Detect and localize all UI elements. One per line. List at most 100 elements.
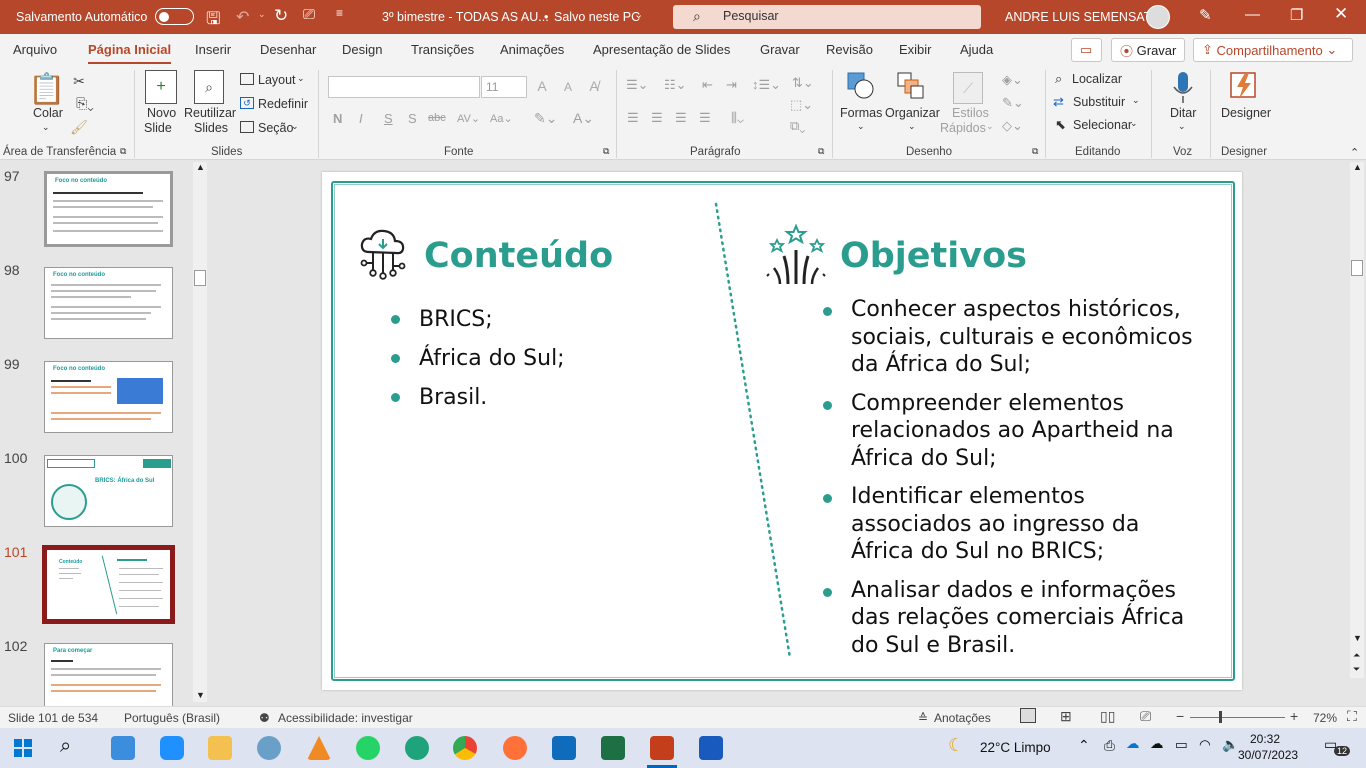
section-icon[interactable] (240, 121, 254, 133)
tab-pagina-inicial[interactable]: Página Inicial (88, 42, 172, 64)
new-slide-icon[interactable]: + (145, 70, 177, 104)
objectives-heading[interactable]: Objetivos (840, 236, 1027, 276)
quick-styles-icon[interactable]: ⟋ (953, 72, 983, 104)
thumbnail-scrollbar[interactable]: ▲ ▼ (193, 162, 207, 702)
section-button[interactable]: Seção (258, 121, 293, 135)
tab-ajuda[interactable]: Ajuda (960, 42, 993, 57)
weather-moon-icon[interactable]: ☾ (948, 735, 964, 756)
objectives-list[interactable]: Conhecer aspectos históricos, sociais, cu… (823, 296, 1221, 670)
layout-chevron-icon[interactable]: ⌄ (297, 73, 305, 84)
teams-meet-icon[interactable] (160, 736, 184, 760)
notes-icon[interactable]: ≙ (918, 711, 928, 725)
slide-thumbnail-102[interactable]: Para começar (44, 643, 173, 706)
smartart-icon[interactable]: ⧉⌄ (790, 118, 805, 134)
replace-button[interactable]: Substituir (1073, 95, 1125, 109)
designer-icon[interactable] (1228, 70, 1260, 102)
normal-view-icon[interactable] (1020, 708, 1036, 723)
tab-arquivo[interactable]: Arquivo (13, 42, 57, 57)
drawing-launcher-icon[interactable]: ⧉ (1032, 146, 1038, 157)
user-name[interactable]: ANDRE LUIS SEMENSATO (1005, 10, 1161, 24)
slide-canvas[interactable]: Conteúdo BRICS; África do Sul; Brasil. O… (322, 172, 1242, 690)
scroll-thumb[interactable] (194, 270, 206, 286)
char-spacing-icon[interactable]: AV⌄ (457, 112, 480, 125)
strikethrough-icon[interactable]: abc (428, 112, 446, 124)
highlight-icon[interactable]: ✎⌄ (534, 110, 557, 127)
file-explorer-icon[interactable] (208, 736, 232, 760)
save-status[interactable]: Salvo neste PC (554, 10, 640, 24)
reuse-slides-icon[interactable]: ⌕ (194, 70, 224, 104)
redo-icon[interactable]: ↻ (274, 6, 288, 26)
change-case-icon[interactable]: Aa⌄ (490, 112, 513, 125)
arrange-chevron-icon[interactable]: ⌄ (908, 121, 916, 132)
reset-icon[interactable]: ↺ (240, 97, 254, 109)
tab-apresentacao[interactable]: Apresentação de Slides (593, 42, 730, 57)
excel-icon[interactable] (601, 736, 625, 760)
columns-icon[interactable]: ⫼⌄ (731, 110, 744, 126)
find-icon[interactable]: ⌕ (1055, 71, 1062, 87)
quick-styles-label-2[interactable]: Rápidos (940, 121, 986, 135)
chrome-icon[interactable] (453, 736, 477, 760)
clear-format-icon[interactable]: A̸ (584, 77, 604, 95)
record-button[interactable]: ⦿ Gravar (1111, 38, 1185, 62)
scroll-thumb[interactable] (1351, 260, 1363, 276)
reuse-slides-label-2[interactable]: Slides (194, 121, 228, 135)
customize-toolbar-icon[interactable]: ≡ (336, 6, 343, 20)
tab-exibir[interactable]: Exibir (899, 42, 932, 57)
minimize-icon[interactable]: — (1245, 6, 1260, 23)
zoom-in-icon[interactable]: + (1290, 708, 1298, 724)
arrange-icon[interactable] (895, 70, 927, 102)
reading-view-icon[interactable]: ▯▯ (1100, 708, 1115, 725)
firefox-icon[interactable] (503, 736, 527, 760)
search-icon[interactable]: ⌕ (60, 735, 71, 758)
replace-icon[interactable]: ⇄ (1053, 94, 1064, 110)
paste-chevron-icon[interactable]: ⌄ (42, 122, 50, 133)
line-spacing-icon[interactable]: ↕☰⌄ (752, 77, 781, 93)
decrease-indent-icon[interactable]: ⇤ (702, 77, 713, 93)
dictate-label[interactable]: Ditar (1170, 106, 1196, 120)
shape-fill-icon[interactable]: ◈⌄ (1002, 72, 1023, 88)
font-family-combo[interactable] (328, 76, 480, 98)
slide-thumbnail-98[interactable]: Foco no conteúdo (44, 267, 173, 339)
clipboard-launcher-icon[interactable]: ⧉ (120, 146, 126, 157)
word-icon[interactable] (699, 736, 723, 760)
fit-to-window-icon[interactable]: ⛶ (1347, 708, 1357, 725)
undo-dropdown-icon[interactable]: ⌄ (258, 9, 266, 20)
tab-inserir[interactable]: Inserir (195, 42, 231, 57)
onedrive-personal-icon[interactable]: ☁ (1150, 736, 1164, 752)
dictate-chevron-icon[interactable]: ⌄ (1178, 121, 1186, 132)
user-avatar[interactable] (1146, 5, 1170, 29)
shapes-chevron-icon[interactable]: ⌄ (857, 121, 865, 132)
notes-button[interactable]: Anotações (934, 711, 991, 725)
paragraph-launcher-icon[interactable]: ⧉ (818, 146, 824, 157)
scroll-down-icon[interactable]: ▼ (1353, 633, 1362, 643)
restore-icon[interactable]: ❐ (1290, 6, 1303, 24)
font-size-combo[interactable]: 11 (481, 76, 527, 98)
font-launcher-icon[interactable]: ⧉ (603, 146, 609, 157)
volume-icon[interactable]: 🔈 (1222, 737, 1239, 753)
windows-start-icon[interactable] (14, 739, 32, 760)
whatsapp-icon[interactable] (356, 736, 380, 760)
increase-font-icon[interactable]: A (534, 77, 550, 95)
scroll-down-icon[interactable]: ▼ (196, 690, 205, 700)
slide-thumbnail-97[interactable]: Foco no conteúdo (44, 171, 173, 247)
shape-outline-icon[interactable]: ✎⌄ (1002, 95, 1024, 111)
designer-label[interactable]: Designer (1221, 106, 1271, 120)
autosave-toggle[interactable] (155, 8, 194, 25)
accessibility-icon[interactable]: ⚉ (259, 711, 270, 725)
new-slide-label-2[interactable]: Slide (144, 121, 172, 135)
notifications-badge[interactable]: 12 (1334, 746, 1351, 756)
align-text-icon[interactable]: ⬚⌄ (790, 97, 813, 113)
zoom-level[interactable]: 72% (1313, 711, 1337, 725)
vlc-icon[interactable] (307, 736, 331, 760)
paste-icon[interactable]: 📋 (28, 70, 65, 108)
numbering-icon[interactable]: ☷⌄ (664, 77, 687, 93)
close-icon[interactable]: ✕ (1334, 4, 1348, 24)
shapes-label[interactable]: Formas (840, 106, 882, 120)
format-painter-icon[interactable]: 🖌 (70, 118, 88, 136)
tab-transicoes[interactable]: Transições (411, 42, 474, 57)
camera-icon[interactable]: ⎙ (1104, 738, 1115, 754)
arrange-label[interactable]: Organizar (885, 106, 940, 120)
find-button[interactable]: Localizar (1072, 72, 1122, 86)
slide-thumbnail-99[interactable]: Foco no conteúdo (44, 361, 173, 433)
italic-button[interactable]: I (359, 111, 363, 126)
